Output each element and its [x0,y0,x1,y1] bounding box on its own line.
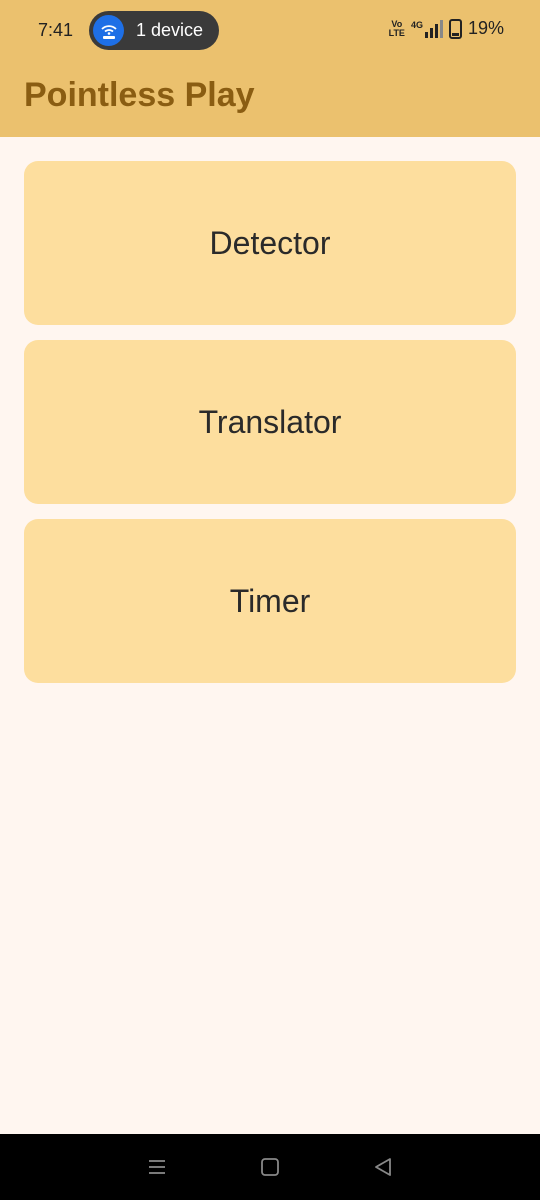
battery-percent: 19% [467,18,504,38]
status-time: 7:41 [38,20,74,40]
hotspot-label: 1 device [136,20,204,40]
status-bar: 7:41 1 device Vo LTE 4G 19% [0,0,540,62]
page-title: Pointless Play [24,76,255,114]
translator-button[interactable]: Translator [24,340,516,504]
home-icon[interactable] [250,1147,290,1187]
menu-list: Detector Translator Timer [24,161,516,698]
translator-label: Translator [198,403,342,440]
volte-icon: Vo LTE [388,18,405,38]
detector-label: Detector [209,224,331,261]
navigation-bar [0,1134,540,1200]
detector-button[interactable]: Detector [24,161,516,325]
hotspot-pill[interactable]: 1 device [89,11,219,50]
network-type: 4G [410,19,423,30]
hotspot-icon [93,15,124,46]
status-indicators: Vo LTE 4G 19% [389,18,504,39]
recents-icon[interactable] [137,1147,177,1187]
app-header: 7:41 1 device Vo LTE 4G 19% Pointless Pl… [0,0,540,137]
battery-icon [448,18,462,39]
timer-button[interactable]: Timer [24,519,516,683]
signal-icon: 4G [410,19,443,38]
back-icon[interactable] [363,1147,403,1187]
screen: 7:41 1 device Vo LTE 4G 19% Pointless Pl… [0,0,540,1200]
timer-label: Timer [229,582,311,619]
